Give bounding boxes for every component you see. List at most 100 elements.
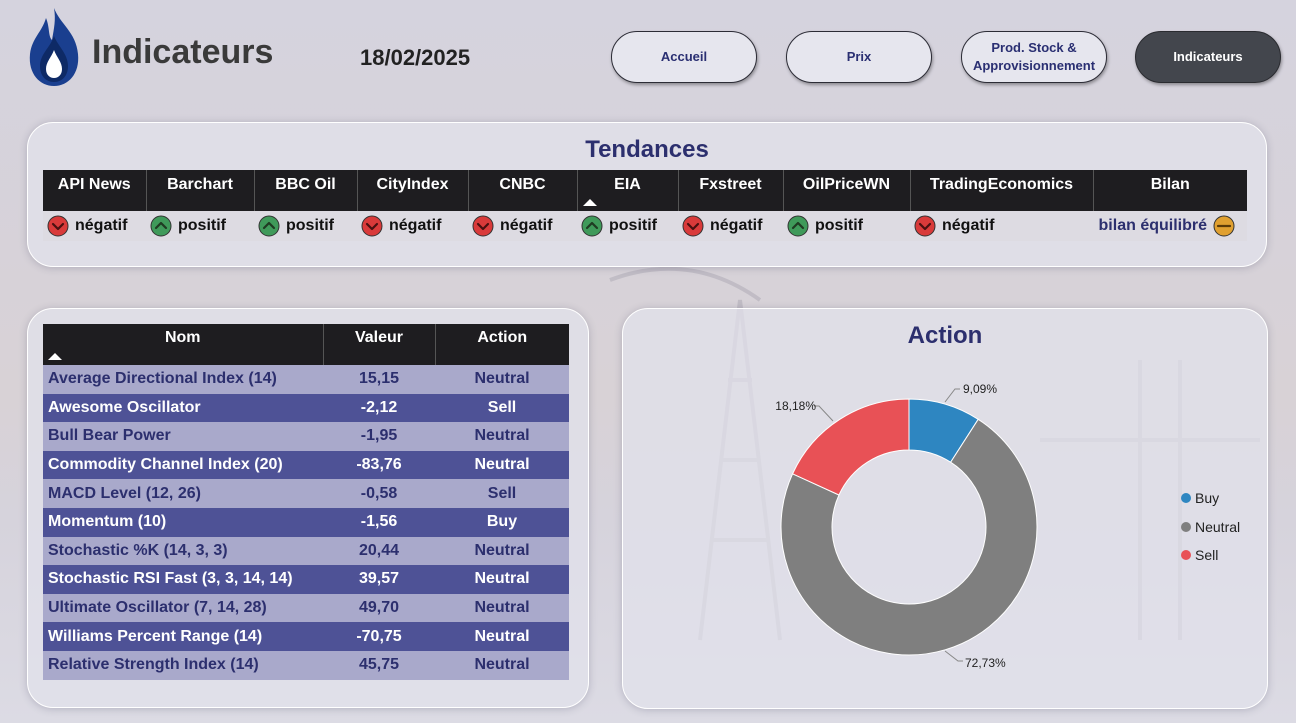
flame-drop-logo bbox=[29, 8, 79, 86]
trend-cell-bbc-oil: positif bbox=[254, 211, 357, 241]
table-row[interactable]: Average Directional Index (14) 15,15 Neutr… bbox=[43, 365, 569, 394]
trend-cell-eia: positif bbox=[577, 211, 678, 241]
indicator-name: Awesome Oscillator bbox=[43, 393, 323, 423]
column-header-nom[interactable]: Nom bbox=[43, 324, 324, 365]
column-header-cnbc[interactable]: CNBC bbox=[468, 170, 578, 211]
trend-down-icon bbox=[914, 215, 942, 237]
table-row[interactable]: Bull Bear Power -1,95 Neutral bbox=[43, 422, 569, 451]
indicator-name: Relative Strength Index (14) bbox=[43, 650, 323, 680]
indicators-panel: Nom Valeur Action Average Directional In… bbox=[27, 308, 589, 708]
table-row: négatif positif positif négatif négatif posit… bbox=[43, 211, 1247, 241]
trend-label: négatif bbox=[942, 217, 995, 235]
page-title: Indicateurs bbox=[92, 33, 274, 71]
nav-button-indicateurs[interactable]: Indicateurs bbox=[1135, 31, 1281, 83]
indicator-action: Buy bbox=[435, 507, 569, 537]
indicator-name: Stochastic %K (14, 3, 3) bbox=[43, 536, 323, 566]
trend-down-icon bbox=[682, 215, 710, 237]
trend-cell-oilpricewn: positif bbox=[783, 211, 910, 241]
indicators-table: Nom Valeur Action Average Directional In… bbox=[43, 324, 569, 680]
indicator-value: -70,75 bbox=[323, 622, 435, 651]
trend-label: positif bbox=[815, 217, 863, 235]
trend-neutral-icon bbox=[1213, 215, 1241, 237]
indicator-action: Neutral bbox=[435, 450, 569, 480]
nav-button-prix[interactable]: Prix bbox=[786, 31, 932, 83]
table-row[interactable]: Momentum (10) -1,56 Buy bbox=[43, 507, 569, 537]
column-header-eia[interactable]: EIA bbox=[577, 170, 679, 211]
action-donut-chart: 9,09% 72,73% 18,18% bbox=[775, 382, 1038, 670]
table-row[interactable]: Stochastic %K (14, 3, 3) 20,44 Neutral bbox=[43, 536, 569, 566]
legend-marker bbox=[1181, 521, 1191, 532]
indicator-name: Williams Percent Range (14) bbox=[43, 622, 323, 651]
indicator-value: -0,58 bbox=[323, 479, 435, 508]
column-header-barchart[interactable]: Barchart bbox=[146, 170, 255, 211]
indicator-action: Neutral bbox=[435, 593, 569, 623]
indicator-name: Momentum (10) bbox=[43, 507, 323, 537]
indicator-name: Stochastic RSI Fast (3, 3, 14, 14) bbox=[43, 565, 323, 594]
indicator-value: -1,95 bbox=[323, 422, 435, 451]
column-header-nom-label: Nom bbox=[164, 329, 201, 346]
legend-item-neutral[interactable]: Neutral bbox=[1181, 519, 1240, 535]
indicator-value: 15,15 bbox=[323, 365, 435, 394]
column-header-valeur[interactable]: Valeur bbox=[323, 324, 436, 365]
table-row[interactable]: Awesome Oscillator -2,12 Sell bbox=[43, 393, 569, 423]
legend-item-sell[interactable]: Sell bbox=[1181, 547, 1218, 563]
column-header-fxstreet[interactable]: Fxstreet bbox=[678, 170, 784, 211]
column-header-oilpricewn[interactable]: OilPriceWN bbox=[783, 170, 911, 211]
column-header-cityindex[interactable]: CityIndex bbox=[357, 170, 469, 211]
trend-label: positif bbox=[178, 217, 226, 235]
data-label-neutral: 72,73% bbox=[965, 656, 1006, 670]
sort-ascending-icon bbox=[48, 353, 62, 360]
indicator-name: Average Directional Index (14) bbox=[43, 365, 323, 394]
tendances-table: API News Barchart BBC Oil CityIndex CNBC… bbox=[43, 170, 1247, 241]
data-label-sell: 18,18% bbox=[775, 399, 816, 413]
trend-label: positif bbox=[609, 217, 657, 235]
nav-button-accueil[interactable]: Accueil bbox=[611, 31, 757, 83]
indicator-value: 49,70 bbox=[323, 593, 435, 623]
indicator-action: Neutral bbox=[435, 536, 569, 566]
indicator-action: Sell bbox=[435, 393, 569, 423]
trend-cell-api-news: négatif bbox=[43, 211, 146, 241]
trend-cell-tradingeconomics: négatif bbox=[910, 211, 1093, 241]
trend-up-icon bbox=[581, 215, 609, 237]
trend-up-icon bbox=[787, 215, 815, 237]
indicators-table-body: Average Directional Index (14) 15,15 Neutr… bbox=[43, 365, 569, 680]
indicator-action: Neutral bbox=[435, 650, 569, 680]
trend-up-icon bbox=[150, 215, 178, 237]
trend-label: négatif bbox=[500, 217, 553, 235]
indicator-name: Bull Bear Power bbox=[43, 422, 323, 451]
date-label: 18/02/2025 bbox=[360, 45, 471, 70]
trend-down-icon bbox=[472, 215, 500, 237]
indicator-name: Commodity Channel Index (20) bbox=[43, 450, 323, 480]
trend-down-icon bbox=[47, 215, 75, 237]
donut-slice-sell[interactable] bbox=[791, 398, 910, 496]
trend-cell-cnbc: négatif bbox=[468, 211, 577, 241]
table-row[interactable]: Williams Percent Range (14) -70,75 Neutral bbox=[43, 622, 569, 651]
tendances-panel: Tendances API News Barchart BBC Oil City… bbox=[27, 122, 1267, 267]
table-row[interactable]: Stochastic RSI Fast (3, 3, 14, 14) 39,57 N… bbox=[43, 565, 569, 594]
indicator-name: Ultimate Oscillator (7, 14, 28) bbox=[43, 593, 323, 623]
table-row[interactable]: MACD Level (12, 26) -0,58 Sell bbox=[43, 479, 569, 508]
indicator-value: -83,76 bbox=[323, 450, 435, 480]
indicator-action: Sell bbox=[435, 479, 569, 508]
table-row[interactable]: Relative Strength Index (14) 45,75 Neutral bbox=[43, 650, 569, 680]
trend-label: positif bbox=[286, 217, 334, 235]
legend-item-buy[interactable]: Buy bbox=[1181, 490, 1219, 506]
legend-marker bbox=[1181, 550, 1191, 560]
legend-label: Sell bbox=[1195, 547, 1219, 563]
data-label-leader-line bbox=[944, 650, 963, 662]
sort-ascending-icon bbox=[582, 199, 597, 206]
column-header-bbc-oil[interactable]: BBC Oil bbox=[254, 170, 358, 211]
nav-button-prod-stock[interactable]: Prod. Stock & Approvisionnement bbox=[961, 31, 1107, 83]
data-label-leader-line bbox=[944, 388, 960, 403]
legend-marker bbox=[1181, 493, 1191, 503]
table-row[interactable]: Ultimate Oscillator (7, 14, 28) 49,70 Neut… bbox=[43, 593, 569, 623]
trend-down-icon bbox=[361, 215, 389, 237]
column-header-api-news[interactable]: API News bbox=[43, 170, 147, 211]
trend-label: négatif bbox=[710, 217, 763, 235]
column-header-action[interactable]: Action bbox=[435, 324, 569, 365]
column-header-bilan[interactable]: Bilan bbox=[1093, 170, 1247, 211]
trend-cell-bilan: bilan équilibré bbox=[1093, 211, 1247, 241]
table-row[interactable]: Commodity Channel Index (20) -83,76 Neutra… bbox=[43, 450, 569, 480]
column-header-tradingeconomics[interactable]: TradingEconomics bbox=[910, 170, 1094, 211]
column-header-eia-label: EIA bbox=[614, 176, 641, 193]
